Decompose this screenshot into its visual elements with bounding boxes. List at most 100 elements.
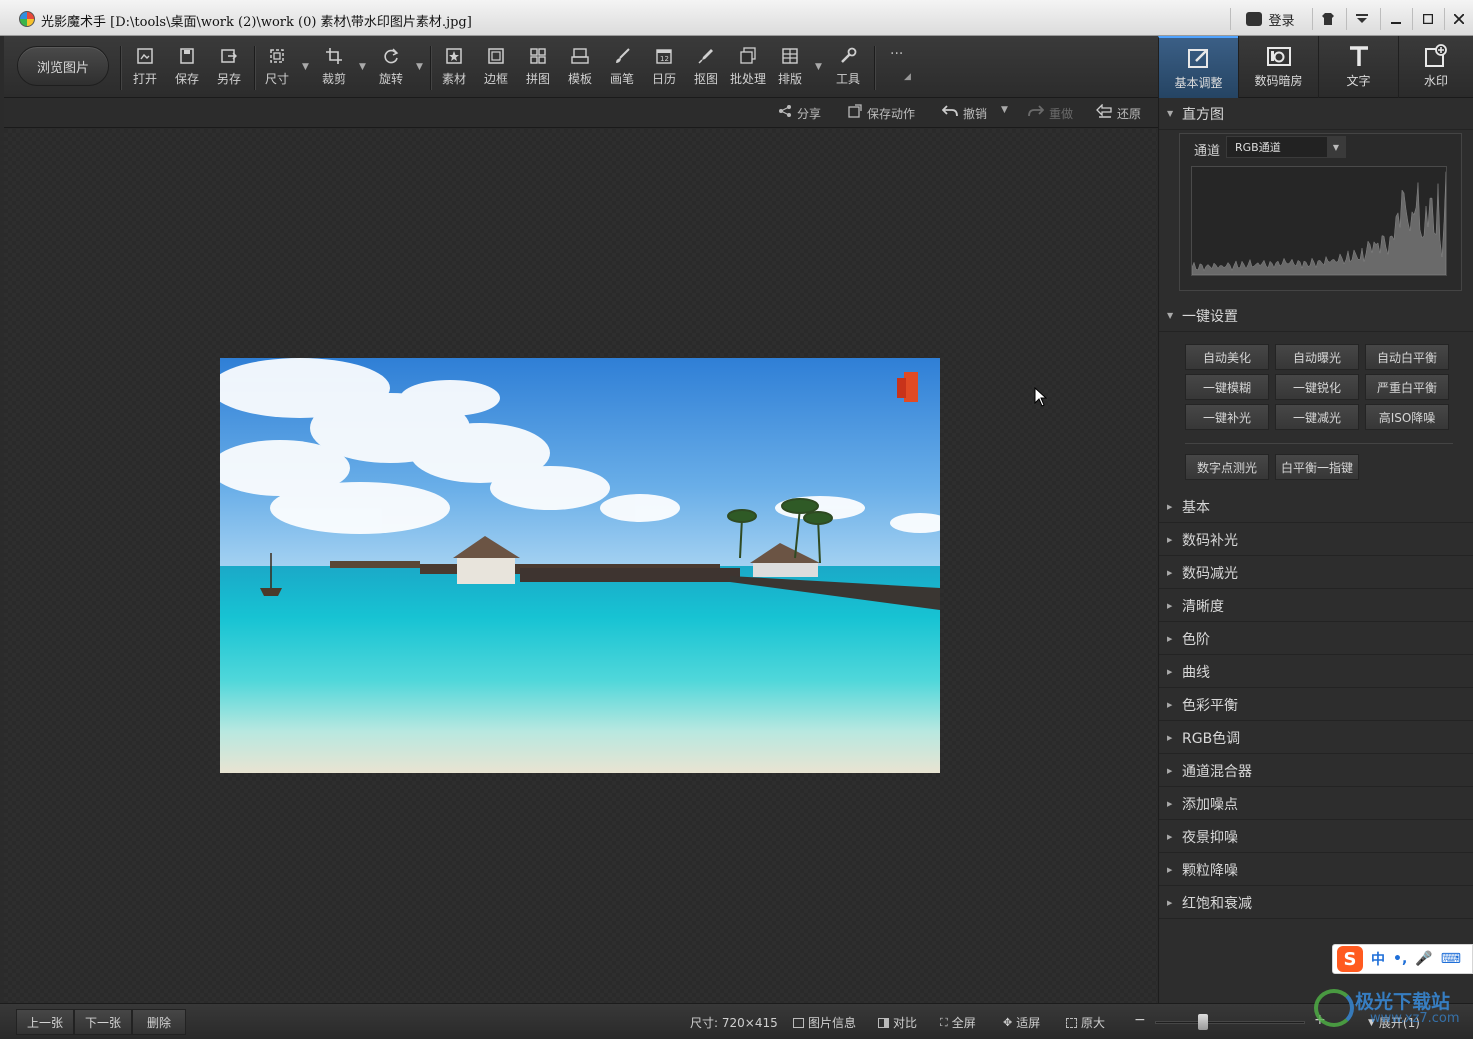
- close-button[interactable]: [1444, 8, 1472, 30]
- batch-button[interactable]: 批处理: [729, 46, 767, 90]
- crop-button[interactable]: 裁剪: [315, 46, 353, 90]
- section-header[interactable]: ▶ 红饱和衰减: [1159, 887, 1473, 919]
- fullscreen-icon: ⛶: [940, 1016, 948, 1030]
- tab-basic-adjust[interactable]: 基本调整: [1158, 36, 1238, 98]
- image-canvas[interactable]: [4, 129, 1157, 1003]
- template-button[interactable]: 模板: [561, 46, 599, 90]
- fit-screen-button[interactable]: ✥ 适屏: [1003, 1014, 1040, 1031]
- original-size-button[interactable]: 原大: [1066, 1014, 1105, 1031]
- auto-exposure-button[interactable]: 自动曝光: [1275, 344, 1359, 370]
- open-button[interactable]: 打开: [126, 46, 164, 90]
- one-click-sharpen-button[interactable]: 一键锐化: [1275, 374, 1359, 400]
- layout-button[interactable]: 排版: [771, 46, 809, 90]
- share-icon: [778, 104, 792, 122]
- section-header[interactable]: ▶ 基本: [1159, 491, 1473, 523]
- prev-image-button[interactable]: 上一张: [16, 1009, 74, 1035]
- rotate-button[interactable]: 旋转: [372, 46, 410, 90]
- section-header[interactable]: ▶ 添加噪点: [1159, 788, 1473, 820]
- ime-toolbar[interactable]: S 中 •, 🎤 ⌨: [1332, 944, 1473, 974]
- section-header[interactable]: ▶ RGB色调: [1159, 722, 1473, 754]
- more-icon[interactable]: ···: [890, 46, 903, 62]
- calendar-button[interactable]: 12 日历: [645, 46, 683, 90]
- skin-button[interactable]: [1312, 8, 1342, 30]
- material-label: 素材: [442, 70, 466, 87]
- share-button[interactable]: 分享: [778, 104, 821, 122]
- brush-button[interactable]: 画笔: [603, 46, 641, 90]
- delete-button[interactable]: 删除: [132, 1009, 186, 1035]
- login-button[interactable]: 登录: [1230, 8, 1310, 30]
- tab-text[interactable]: 文字: [1318, 36, 1398, 98]
- section-header[interactable]: ▶ 数码减光: [1159, 557, 1473, 589]
- white-balance-pick-button[interactable]: 白平衡一指键: [1275, 454, 1359, 480]
- menu-button[interactable]: [1346, 8, 1376, 30]
- fullscreen-button[interactable]: ⛶ 全屏: [940, 1014, 976, 1031]
- resize-button[interactable]: 尺寸: [258, 46, 296, 90]
- zoom-in-icon[interactable]: +: [1314, 1012, 1326, 1028]
- expand-corner-icon[interactable]: ◢: [904, 72, 911, 82]
- tab-text-label: 文字: [1346, 72, 1370, 89]
- next-image-button[interactable]: 下一张: [74, 1009, 132, 1035]
- resize-dropdown-icon[interactable]: ▼: [302, 62, 309, 72]
- minimize-button[interactable]: [1380, 8, 1410, 30]
- section-header[interactable]: ▶ 色彩平衡: [1159, 689, 1473, 721]
- auto-beautify-button[interactable]: 自动美化: [1185, 344, 1269, 370]
- severe-white-balance-button[interactable]: 严重白平衡: [1365, 374, 1449, 400]
- save-as-button[interactable]: 另存: [210, 46, 248, 90]
- zoom-slider[interactable]: [1155, 1021, 1305, 1024]
- section-header[interactable]: ▶ 颗粒降噪: [1159, 854, 1473, 886]
- one-click-fill-light-button[interactable]: 一键补光: [1185, 404, 1269, 430]
- section-header[interactable]: ▶ 数码补光: [1159, 524, 1473, 556]
- high-iso-denoise-button[interactable]: 高ISO降噪: [1365, 404, 1449, 430]
- undo-button[interactable]: 撤销: [942, 104, 987, 122]
- compare-label: 对比: [893, 1014, 917, 1031]
- frame-button[interactable]: 边框: [477, 46, 515, 90]
- auto-white-balance-button[interactable]: 自动白平衡: [1365, 344, 1449, 370]
- section-header[interactable]: ▶ 清晰度: [1159, 590, 1473, 622]
- compare-button[interactable]: 对比: [878, 1014, 917, 1031]
- rotate-dropdown-icon[interactable]: ▼: [416, 62, 423, 72]
- tab-darkroom-label: 数码暗房: [1254, 72, 1302, 89]
- zoom-slider-thumb[interactable]: [1198, 1014, 1208, 1030]
- toolbar-divider: [874, 46, 875, 90]
- toolbar-divider: [430, 46, 431, 90]
- section-header[interactable]: ▶ 色阶: [1159, 623, 1473, 655]
- undo-dropdown-icon[interactable]: ▼: [1001, 105, 1008, 115]
- channel-select[interactable]: RGB通道 ▼: [1226, 136, 1346, 158]
- redo-button[interactable]: 重做: [1028, 104, 1073, 122]
- one-click-header[interactable]: ▼ 一键设置: [1159, 300, 1473, 332]
- compare-icon: [878, 1018, 889, 1028]
- tools-button[interactable]: 工具: [829, 46, 867, 90]
- punctuation-icon[interactable]: •,: [1393, 951, 1407, 967]
- one-click-blur-button[interactable]: 一键模糊: [1185, 374, 1269, 400]
- one-click-reduce-light-button[interactable]: 一键减光: [1275, 404, 1359, 430]
- ime-language[interactable]: 中: [1371, 949, 1385, 969]
- spot-metering-button[interactable]: 数字点测光: [1185, 454, 1269, 480]
- section-header[interactable]: ▶ 夜景抑噪: [1159, 821, 1473, 853]
- zoom-out-icon[interactable]: −: [1134, 1012, 1146, 1028]
- section-label: 曲线: [1182, 662, 1210, 682]
- save-action-button[interactable]: 保存动作: [848, 104, 915, 122]
- expand-button[interactable]: ▼ 展开(1): [1368, 1014, 1420, 1031]
- section-header[interactable]: ▶ 曲线: [1159, 656, 1473, 688]
- section-label: 通道混合器: [1182, 761, 1252, 781]
- tab-darkroom[interactable]: 数码暗房: [1238, 36, 1318, 98]
- restore-label: 还原: [1117, 105, 1141, 122]
- material-button[interactable]: 素材: [435, 46, 473, 90]
- maximize-button[interactable]: [1412, 8, 1442, 30]
- microphone-icon[interactable]: 🎤: [1415, 951, 1432, 967]
- section-header[interactable]: ▶ 通道混合器: [1159, 755, 1473, 787]
- expand-arrow-icon: ▶: [1167, 503, 1175, 511]
- browse-images-button[interactable]: 浏览图片: [17, 46, 109, 86]
- histogram-header[interactable]: ▼ 直方图: [1159, 98, 1473, 130]
- crop-dropdown-icon[interactable]: ▼: [359, 62, 366, 72]
- collage-button[interactable]: 拼图: [519, 46, 557, 90]
- fit-icon: ✥: [1003, 1016, 1012, 1029]
- tab-watermark[interactable]: 水印: [1398, 36, 1473, 98]
- layout-dropdown-icon[interactable]: ▼: [815, 62, 822, 72]
- image-info-button[interactable]: 图片信息: [793, 1014, 856, 1031]
- save-button[interactable]: 保存: [168, 46, 206, 90]
- minimize-icon: [1391, 14, 1401, 24]
- keyboard-icon[interactable]: ⌨: [1441, 951, 1461, 967]
- restore-button[interactable]: 还原: [1096, 104, 1141, 122]
- cutout-button[interactable]: 抠图: [687, 46, 725, 90]
